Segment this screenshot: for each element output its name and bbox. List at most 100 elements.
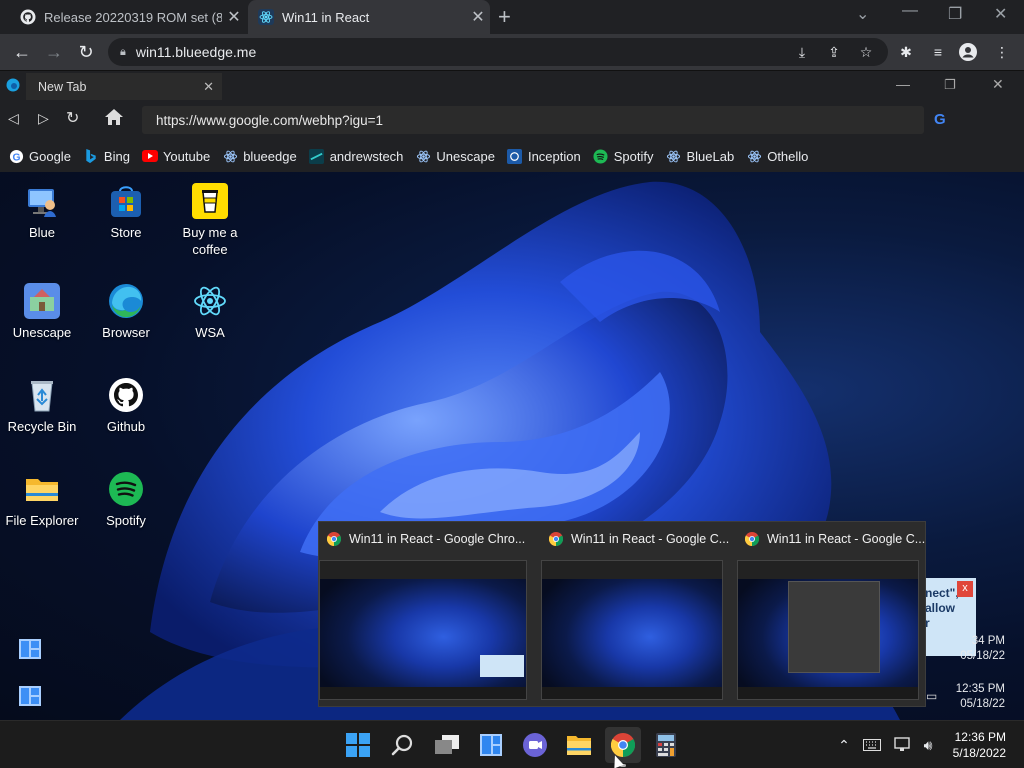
close-window-icon[interactable]: ✕ [992, 76, 1004, 93]
outer-toolbar: ← → ↻ 🔒︎ win11.blueedge.me ⤓ ⇪ ☆ ✱ ≡ ⋮ [0, 34, 1024, 70]
chrome-icon [326, 532, 342, 547]
edge-icon [107, 282, 145, 320]
react-icon [415, 148, 431, 164]
reload-icon[interactable]: ↻ [74, 40, 98, 64]
minimize-icon[interactable]: — [896, 76, 910, 92]
reload-icon[interactable]: ↻ [66, 108, 79, 128]
forward-icon[interactable]: → [42, 40, 66, 64]
start-icon[interactable] [344, 731, 372, 759]
minimize-icon[interactable]: — [902, 2, 918, 20]
profile-icon[interactable] [958, 42, 978, 62]
desktop-icon-file-explorer[interactable]: File Explorer [0, 470, 84, 529]
media-icon[interactable]: ≡ [928, 42, 948, 62]
home-icon[interactable] [104, 107, 124, 132]
chrome-icon [744, 532, 760, 547]
inner-url-text: https://www.google.com/webhp?igu=1 [156, 112, 384, 128]
bookmark-inception[interactable]: Inception [507, 148, 581, 164]
desktop-icon-store[interactable]: Store [84, 182, 168, 241]
close-icon[interactable]: ✕ [466, 7, 490, 27]
close-icon[interactable]: ✕ [203, 79, 214, 95]
widgets-icon[interactable] [477, 731, 505, 759]
desktop-icon-github[interactable]: Github [84, 376, 168, 435]
inner-toolbar: ◁ ▷ ↻ https://www.google.com/webhp?igu=1… [0, 100, 1024, 140]
store-icon [107, 182, 145, 220]
chevron-up-icon[interactable]: ⌃ [834, 735, 854, 755]
desktop-icon-coffee[interactable]: Buy me a coffee [168, 182, 252, 258]
react-icon [258, 9, 274, 25]
volume-icon[interactable]: 🔊︎ [918, 735, 938, 755]
file-explorer-icon[interactable] [565, 731, 593, 759]
taskbar-clock[interactable]: 12:36 PM 5/18/2022 [940, 729, 1006, 761]
outer-tab-win11[interactable]: Win11 in React ✕ [248, 0, 490, 34]
bookmark-star-icon[interactable]: ☆ [856, 42, 876, 62]
outer-tab-title: Release 20220319 ROM set (868 [44, 9, 222, 25]
bookmark-othello[interactable]: Othello [746, 148, 808, 164]
install-icon[interactable]: ⤓ [792, 42, 812, 62]
back-icon[interactable]: ← [10, 40, 34, 64]
keyboard-icon[interactable] [862, 735, 882, 755]
inception-icon [507, 148, 523, 164]
extensions-icon[interactable]: ✱ [896, 42, 916, 62]
coffee-icon [191, 182, 229, 220]
restore-icon[interactable]: ❐ [948, 4, 962, 24]
inner-url-bar[interactable]: https://www.google.com/webhp?igu=1 [142, 106, 924, 134]
outer-tab-strip: Release 20220319 ROM set (868 ✕ Win11 in… [0, 0, 1024, 34]
desktop-icon-browser[interactable]: Browser [84, 282, 168, 341]
share-icon[interactable]: ⇪ [824, 42, 844, 62]
ghost-clock-2: 12:35 PM 05/18/22 [955, 683, 1005, 710]
google-icon[interactable]: G [934, 111, 946, 128]
bookmark-spotify[interactable]: Spotify [593, 148, 653, 164]
desktop-icon-spotify[interactable]: Spotify [84, 470, 168, 529]
battery-icon: ▭ [926, 689, 938, 703]
bookmark-bluelab[interactable]: BlueLab [665, 148, 734, 164]
desktop-icon-unescape[interactable]: Unescape [0, 282, 84, 341]
inner-tab-new[interactable]: New Tab ✕ [26, 73, 222, 101]
edge-icon [6, 78, 20, 97]
react-icon [191, 282, 229, 320]
spotify-icon [593, 148, 609, 164]
network-icon[interactable] [893, 735, 913, 755]
inner-tab-strip: New Tab ✕ — ❐ ✕ [0, 70, 1024, 101]
andrewstech-icon [309, 148, 325, 164]
close-icon[interactable]: ✕ [222, 7, 246, 27]
search-icon[interactable] [389, 731, 417, 759]
maximize-icon[interactable]: ❐ [944, 77, 956, 93]
github-icon [107, 376, 145, 414]
react-icon [222, 148, 238, 164]
teams-chat-icon[interactable] [521, 731, 549, 759]
bookmark-youtube[interactable]: Youtube [141, 148, 210, 164]
bookmark-google[interactable]: G Google [8, 148, 71, 164]
desktop-icon-blue[interactable]: Blue [0, 182, 84, 241]
close-icon[interactable]: x [957, 581, 973, 597]
desktop-icon-recycle-bin[interactable]: Recycle Bin [0, 376, 84, 435]
desktop-icon-wsa[interactable]: WSA [168, 282, 252, 341]
menu-icon[interactable]: ⋮ [992, 42, 1012, 62]
new-tab-icon[interactable]: + [498, 4, 511, 30]
bookmark-unescape[interactable]: Unescape [415, 148, 495, 164]
user-computer-icon [23, 182, 61, 220]
calculator-icon[interactable] [652, 731, 680, 759]
spotify-icon [107, 470, 145, 508]
forward-icon[interactable]: ▷ [38, 110, 49, 127]
close-window-icon[interactable]: ✕ [994, 4, 1007, 24]
back-icon[interactable]: ◁ [8, 110, 19, 127]
bookmark-blueedge[interactable]: blueedge [222, 148, 297, 164]
task-view-icon[interactable] [433, 731, 461, 759]
lock-icon: 🔒︎ [120, 45, 126, 58]
folder-icon [23, 470, 61, 508]
bookmark-bing[interactable]: Bing [83, 148, 130, 164]
outer-tab-release[interactable]: Release 20220319 ROM set (868 ✕ [8, 0, 246, 34]
address-text: win11.blueedge.me [135, 44, 257, 60]
bing-icon [83, 148, 99, 164]
unescape-icon [23, 282, 61, 320]
svg-text:G: G [12, 152, 20, 163]
preview-window-2[interactable]: Win11 in React - Google C... [541, 522, 729, 708]
outer-tab-title: Win11 in React [282, 9, 370, 25]
taskbar-thumbnail-preview: Win11 in React - Google Chro... Win11 in… [318, 521, 926, 707]
preview-window-3[interactable]: Win11 in React - Google C... [737, 522, 925, 708]
bookmark-andrewstech[interactable]: andrewstech [309, 148, 403, 164]
address-bar[interactable]: 🔒︎ win11.blueedge.me [108, 38, 888, 66]
tab-search-icon[interactable]: ⌄ [856, 4, 869, 24]
preview-window-1[interactable]: Win11 in React - Google Chro... [319, 522, 529, 708]
bookmarks-bar: G Google Bing Youtube blueedge andrewste… [0, 140, 1024, 172]
